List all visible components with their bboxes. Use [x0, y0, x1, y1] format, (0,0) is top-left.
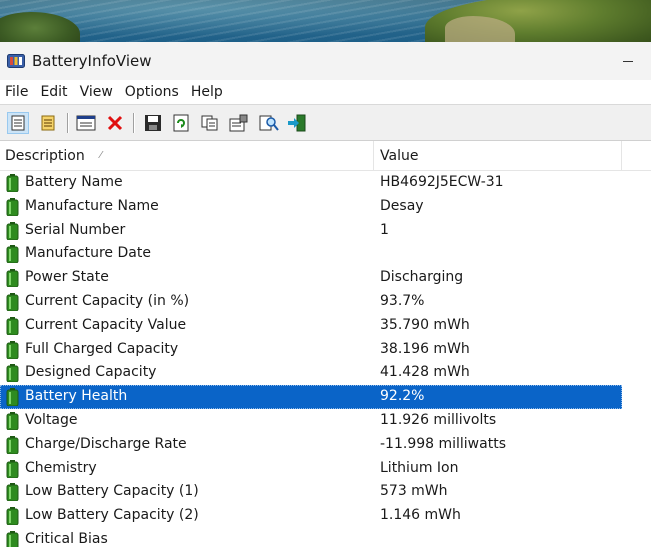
- details-mode-icon[interactable]: [7, 112, 29, 134]
- properties-window-icon[interactable]: [75, 112, 97, 134]
- row-value: 35.790 mWh: [380, 316, 470, 333]
- row-value: 11.926 millivolts: [380, 412, 497, 428]
- menu-file[interactable]: File: [0, 80, 34, 104]
- battery-icon: [6, 435, 19, 454]
- row-description: Designed Capacity: [25, 364, 157, 381]
- row-value: 93.7%: [380, 293, 425, 309]
- window-title: BatteryInfoView: [32, 52, 152, 70]
- row-value: 1.146 mWh: [380, 507, 461, 524]
- row-description: Current Capacity Value: [25, 316, 187, 333]
- list-row[interactable]: Current Capacity Value 35.790 mWh: [0, 314, 622, 338]
- row-description: Power State: [25, 269, 109, 286]
- list-row[interactable]: Low Battery Capacity (1) 573 mWh: [0, 480, 622, 504]
- menu-bar: File Edit View Options Help: [0, 80, 651, 104]
- delete-icon[interactable]: [104, 112, 126, 134]
- exit-icon[interactable]: [286, 112, 308, 134]
- save-icon[interactable]: [142, 112, 164, 134]
- find-icon[interactable]: [258, 112, 280, 134]
- list-row[interactable]: Manufacture Name Desay: [0, 195, 622, 219]
- row-description: Low Battery Capacity (1): [25, 483, 199, 500]
- refresh-icon[interactable]: [170, 112, 192, 134]
- row-description: Manufacture Date: [25, 245, 151, 262]
- properties-icon[interactable]: [228, 112, 250, 134]
- battery-info-list[interactable]: Battery Name HB4692J5ECW-31 Manufacture Na…: [0, 171, 651, 547]
- battery-icon: [6, 174, 19, 192]
- row-value: HB4692J5ECW-31: [380, 174, 504, 190]
- battery-icon: [6, 269, 19, 288]
- row-value: 41.428 mWh: [380, 364, 470, 381]
- sort-indicator-icon: ⁄: [100, 150, 102, 161]
- list-row[interactable]: Power State Discharging: [0, 266, 622, 290]
- list-row[interactable]: Chemistry Lithium Ion: [0, 457, 622, 481]
- list-row[interactable]: Current Capacity (in %) 93.7%: [0, 290, 622, 314]
- app-icon: [7, 54, 25, 68]
- row-description: Manufacture Name: [25, 197, 159, 214]
- row-description: Current Capacity (in %): [25, 293, 190, 309]
- menu-edit[interactable]: Edit: [34, 80, 73, 104]
- row-value: Discharging: [380, 269, 464, 286]
- list-header: Description ⁄ Value: [0, 141, 651, 171]
- battery-icon: [6, 316, 19, 335]
- log-mode-icon[interactable]: [37, 112, 59, 134]
- row-value: 38.196 mWh: [380, 340, 470, 357]
- list-row[interactable]: Low Battery Capacity (2) 1.146 mWh: [0, 504, 622, 528]
- list-row[interactable]: Voltage 11.926 millivolts: [0, 409, 622, 433]
- row-description: Full Charged Capacity: [25, 340, 179, 357]
- battery-icon: [6, 221, 19, 240]
- menu-view[interactable]: View: [74, 80, 119, 104]
- row-value: 573 mWh: [380, 483, 448, 500]
- battery-icon: [6, 340, 19, 359]
- battery-icon: [6, 293, 19, 311]
- battery-icon: [6, 483, 19, 502]
- battery-icon: [6, 412, 19, 430]
- toolbar: [0, 104, 651, 141]
- battery-icon: [6, 364, 19, 383]
- desktop-wallpaper: [0, 0, 651, 42]
- menu-help[interactable]: Help: [185, 80, 229, 104]
- list-row[interactable]: Battery Health 92.2%: [0, 385, 622, 409]
- column-header-value[interactable]: Value: [380, 148, 418, 164]
- battery-icon: [6, 388, 19, 407]
- battery-icon: [6, 245, 19, 264]
- column-header-description[interactable]: Description: [5, 148, 85, 164]
- minimize-icon: [623, 60, 633, 62]
- row-description: Low Battery Capacity (2): [25, 507, 199, 524]
- list-row[interactable]: Critical Bias: [0, 528, 622, 547]
- row-description: Battery Name: [25, 174, 123, 190]
- list-row[interactable]: Serial Number 1: [0, 219, 622, 243]
- row-value: Desay: [380, 197, 424, 214]
- column-divider[interactable]: [621, 141, 622, 171]
- row-description: Serial Number: [25, 221, 126, 238]
- list-row[interactable]: Charge/Discharge Rate -11.998 milliwatts: [0, 433, 622, 457]
- minimize-button[interactable]: [605, 42, 651, 80]
- battery-icon: [6, 531, 19, 547]
- row-value: -11.998 milliwatts: [380, 435, 506, 452]
- row-description: Chemistry: [25, 459, 97, 476]
- list-row[interactable]: Battery Name HB4692J5ECW-31: [0, 171, 622, 195]
- battery-icon: [6, 507, 19, 526]
- row-value: 1: [380, 221, 389, 238]
- list-row[interactable]: Designed Capacity 41.428 mWh: [0, 361, 622, 385]
- row-value: Lithium Ion: [380, 459, 459, 476]
- battery-icon: [6, 197, 19, 216]
- column-divider[interactable]: [373, 141, 374, 171]
- row-description: Charge/Discharge Rate: [25, 435, 187, 452]
- menu-options[interactable]: Options: [119, 80, 185, 104]
- title-bar[interactable]: BatteryInfoView: [0, 42, 651, 80]
- row-value: 92.2%: [380, 388, 425, 405]
- battery-icon: [6, 459, 19, 478]
- list-row[interactable]: Manufacture Date: [0, 242, 622, 266]
- row-description: Critical Bias: [25, 531, 108, 547]
- copy-icon[interactable]: [199, 112, 221, 134]
- list-row[interactable]: Full Charged Capacity 38.196 mWh: [0, 338, 622, 362]
- row-description: Voltage: [25, 412, 78, 428]
- row-description: Battery Health: [25, 388, 128, 405]
